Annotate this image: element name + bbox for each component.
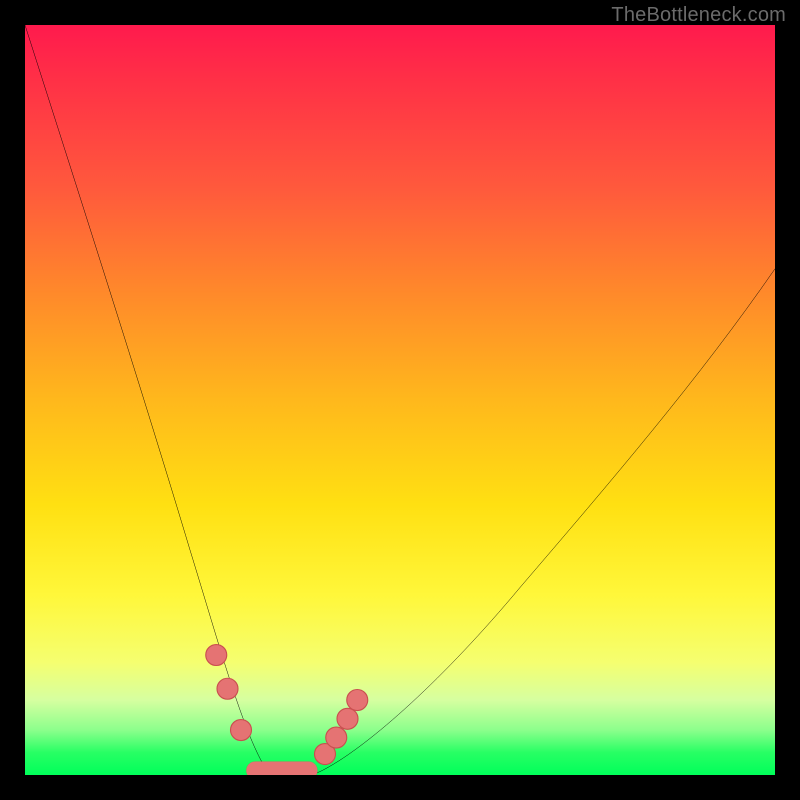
marker-dot — [337, 708, 358, 729]
marker-dot — [347, 690, 368, 711]
bottleneck-curve — [25, 25, 775, 775]
curve-layer — [25, 25, 775, 775]
marker-group — [206, 645, 368, 765]
plot-area — [25, 25, 775, 775]
marker-dot — [231, 720, 252, 741]
marker-dot — [326, 727, 347, 748]
valley-bottom-bar — [246, 762, 317, 776]
marker-dot — [217, 678, 238, 699]
watermark-text: TheBottleneck.com — [611, 4, 786, 27]
marker-dot — [206, 645, 227, 666]
frame: TheBottleneck.com — [0, 0, 800, 800]
